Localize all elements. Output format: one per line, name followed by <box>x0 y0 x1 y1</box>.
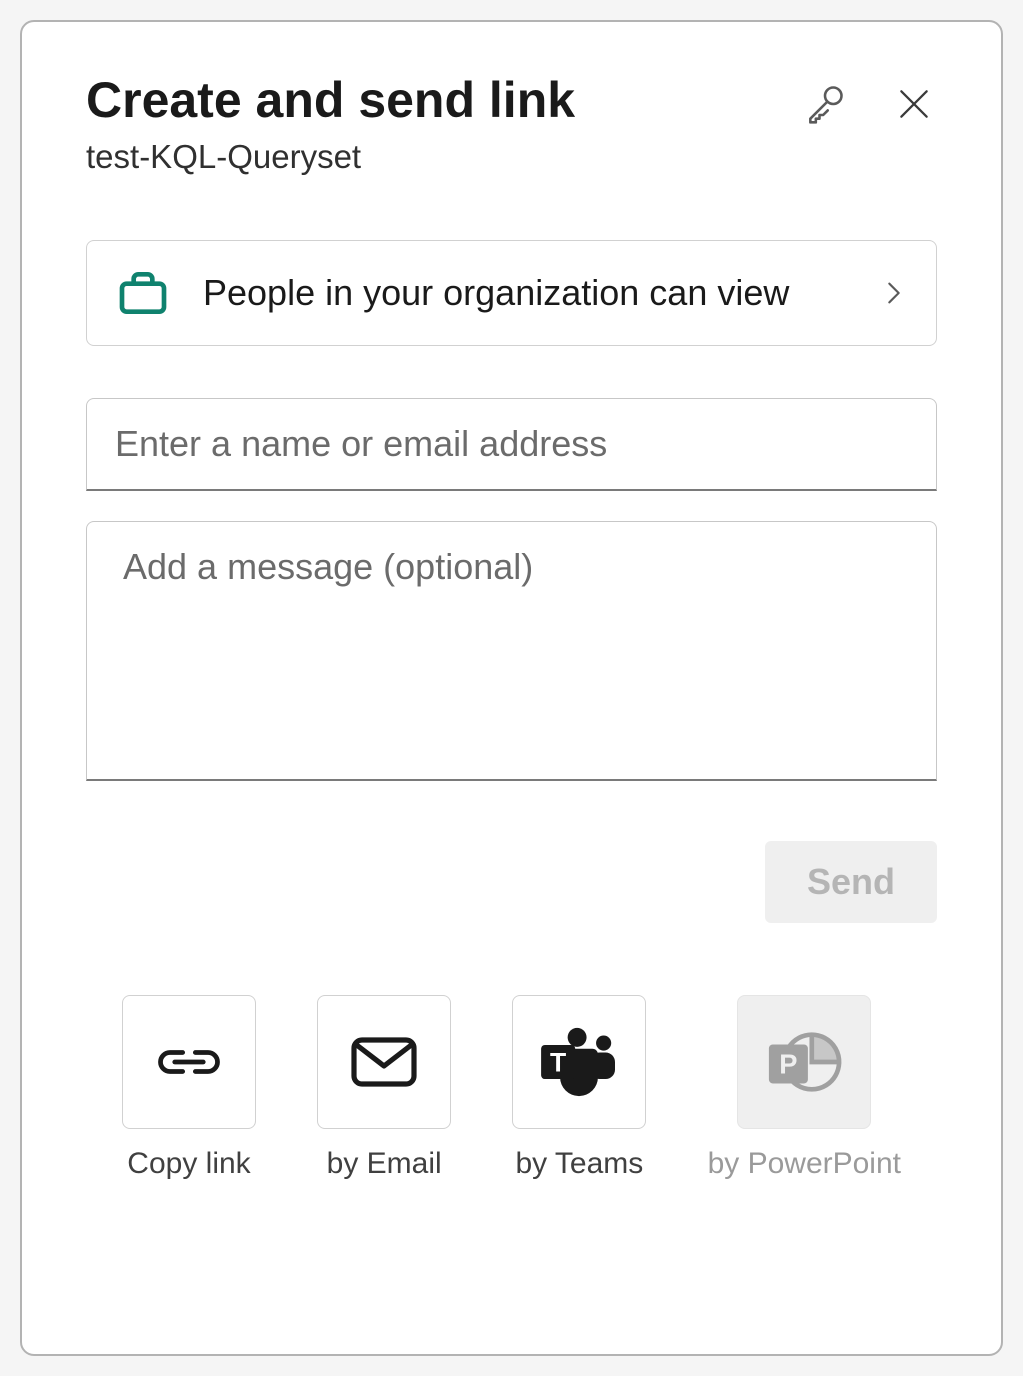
chevron-right-icon <box>880 279 908 307</box>
briefcase-icon <box>115 265 171 321</box>
share-options-row: Copy link by Email T <box>86 995 937 1181</box>
link-icon <box>122 995 256 1129</box>
close-icon <box>895 85 933 123</box>
share-option-label: by PowerPoint <box>708 1147 901 1181</box>
svg-text:P: P <box>780 1049 798 1080</box>
teams-icon: T <box>512 995 646 1129</box>
share-option-teams[interactable]: T by Teams <box>512 995 646 1181</box>
message-input[interactable] <box>86 521 937 781</box>
send-button[interactable]: Send <box>765 841 937 923</box>
share-option-label: Copy link <box>127 1147 250 1181</box>
link-settings-button[interactable]: People in your organization can view <box>86 240 937 346</box>
powerpoint-icon: P <box>737 995 871 1129</box>
link-settings-label: People in your organization can view <box>203 269 848 318</box>
dialog-title: Create and send link <box>86 70 799 130</box>
share-option-powerpoint: P by PowerPoint <box>708 995 901 1181</box>
share-dialog: Create and send link test-KQL-Queryset <box>20 20 1003 1356</box>
share-option-copy-link[interactable]: Copy link <box>122 995 256 1181</box>
svg-text:T: T <box>550 1047 566 1077</box>
header-left: Create and send link test-KQL-Queryset <box>86 70 799 176</box>
dialog-subtitle: test-KQL-Queryset <box>86 138 799 176</box>
share-option-label: by Teams <box>515 1147 643 1181</box>
key-icon <box>803 82 847 126</box>
share-option-email[interactable]: by Email <box>317 995 451 1181</box>
manage-access-button[interactable] <box>799 78 851 130</box>
recipient-input[interactable] <box>86 398 937 491</box>
actions-row: Send <box>86 841 937 923</box>
header-actions <box>799 78 937 130</box>
share-option-label: by Email <box>327 1147 442 1181</box>
dialog-header: Create and send link test-KQL-Queryset <box>86 70 937 176</box>
mail-icon <box>317 995 451 1129</box>
close-button[interactable] <box>891 81 937 127</box>
